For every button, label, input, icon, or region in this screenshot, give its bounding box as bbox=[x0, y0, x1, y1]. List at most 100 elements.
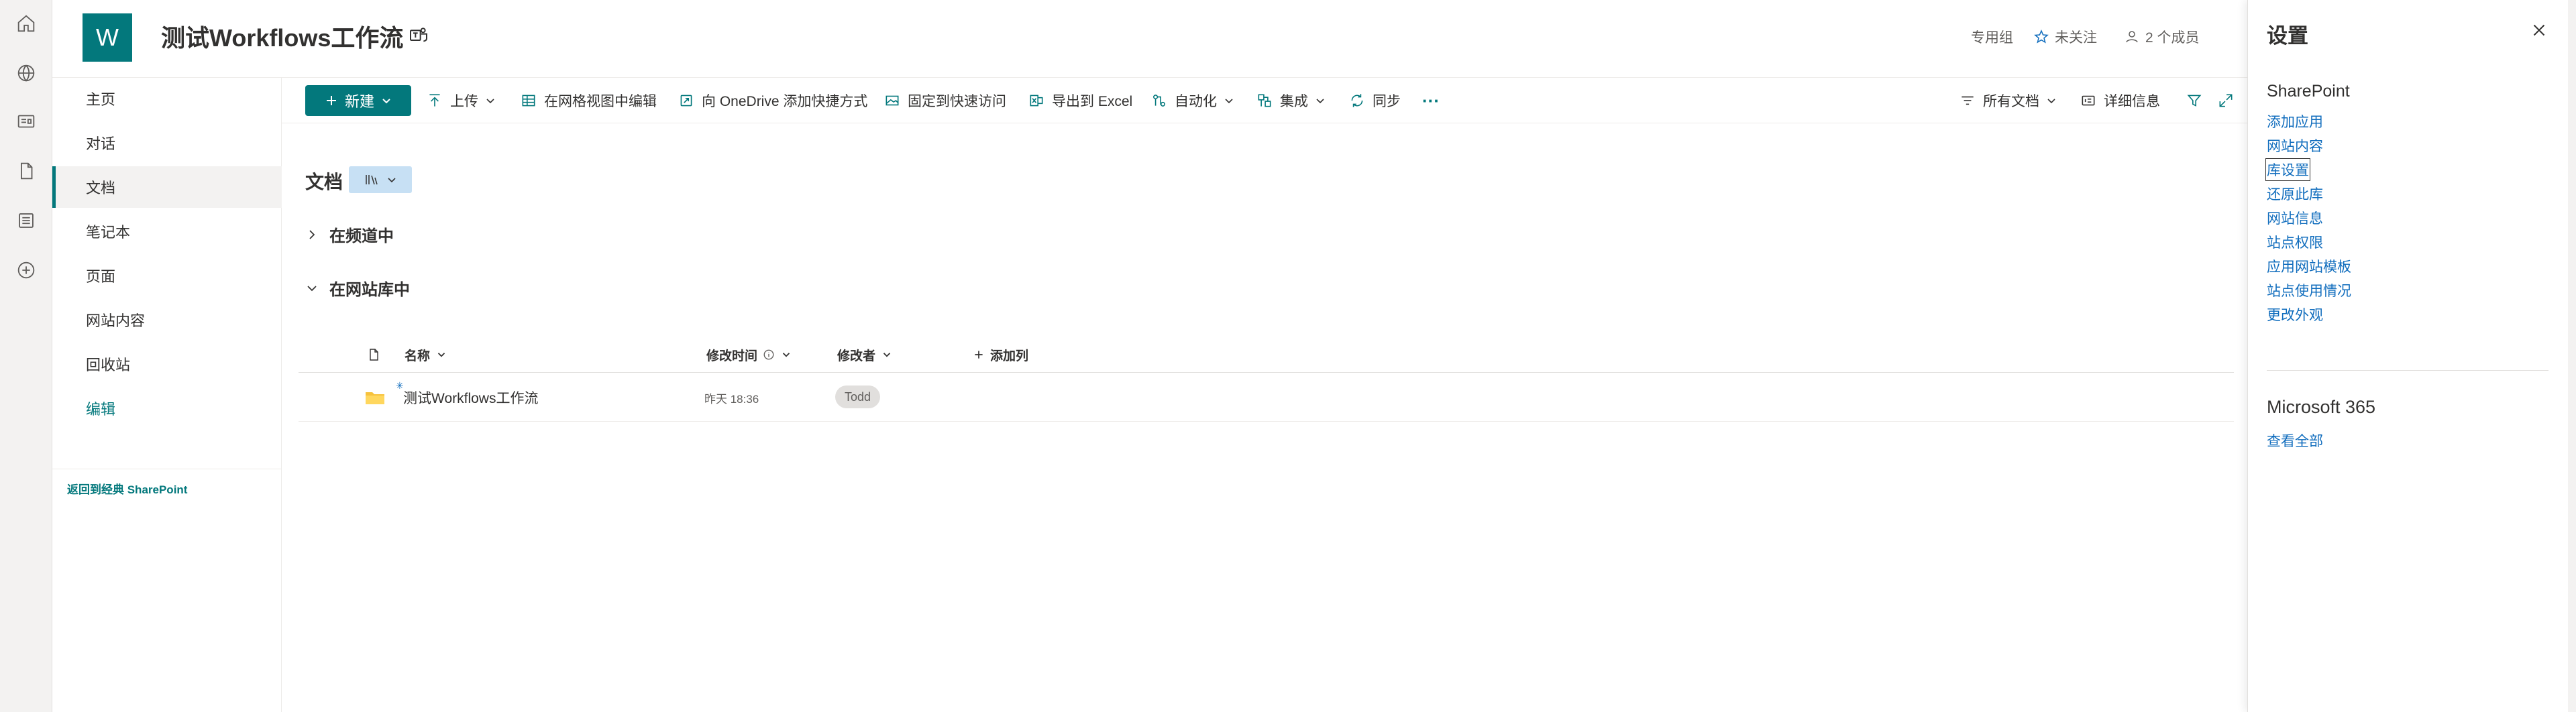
plus-icon bbox=[975, 351, 983, 359]
chevron-right-icon bbox=[309, 229, 315, 239]
nav-item-notebook[interactable]: 笔记本 bbox=[52, 211, 282, 252]
add-circle-icon[interactable] bbox=[15, 259, 38, 282]
nav-item-conversations[interactable]: 对话 bbox=[52, 122, 282, 164]
chevron-down-icon bbox=[437, 353, 445, 357]
site-info-link[interactable]: 网站信息 bbox=[2267, 208, 2323, 228]
onedrive-shortcut-button[interactable]: 向 OneDrive 添加快捷方式 bbox=[678, 87, 867, 114]
chevron-down-icon bbox=[2047, 99, 2055, 104]
close-icon[interactable] bbox=[2529, 20, 2549, 40]
image-pin-icon bbox=[885, 95, 899, 106]
nav-item-documents[interactable]: 文档 bbox=[52, 166, 282, 208]
automate-button[interactable]: 自动化 bbox=[1150, 87, 1234, 114]
grid-edit-button[interactable]: 在网格视图中编辑 bbox=[520, 87, 657, 114]
teams-icon[interactable] bbox=[408, 24, 429, 46]
sharepoint-heading: SharePoint bbox=[2267, 82, 2350, 101]
site-logo[interactable]: W bbox=[83, 13, 132, 62]
info-icon bbox=[763, 349, 774, 360]
pin-quick-access-button[interactable]: 固定到快速访问 bbox=[883, 87, 1006, 114]
file-type-column[interactable] bbox=[366, 337, 382, 373]
chevron-down-icon bbox=[1316, 99, 1324, 104]
view-lines-icon bbox=[1962, 96, 1974, 105]
details-button[interactable]: 详细信息 bbox=[2080, 87, 2160, 114]
change-look-link[interactable]: 更改外观 bbox=[2267, 304, 2323, 324]
library-icon bbox=[366, 175, 378, 185]
plus-icon bbox=[326, 96, 336, 105]
chevron-down-icon bbox=[382, 99, 390, 104]
site-header: W 测试Workflows工作流 专用组 未关注 2 个成员 bbox=[52, 0, 2247, 78]
add-app-link[interactable]: 添加应用 bbox=[2267, 111, 2323, 131]
item-name[interactable]: 测试Workflows工作流 bbox=[403, 373, 538, 422]
item-modified: 昨天 18:36 bbox=[704, 392, 759, 406]
settings-panel: 设置 SharePoint 添加应用 网站内容 库设置 还原此库 网站信息 站点… bbox=[2247, 0, 2576, 712]
list-header: 名称 修改时间 修改者 添加列 bbox=[299, 337, 2234, 373]
return-classic-link[interactable]: 返回到经典 SharePoint bbox=[67, 480, 187, 497]
members-button[interactable]: 2 个成员 bbox=[2124, 27, 2200, 47]
filter-button[interactable] bbox=[2186, 87, 2203, 114]
group-type-label: 专用组 bbox=[1971, 30, 2013, 46]
file-icon[interactable] bbox=[15, 160, 38, 182]
integrate-button[interactable]: 集成 bbox=[1256, 87, 1326, 114]
view-selector[interactable]: 所有文档 bbox=[1959, 87, 2057, 114]
link-icon bbox=[680, 95, 692, 107]
library-title: 文档 bbox=[305, 172, 343, 192]
chevron-down-icon bbox=[388, 178, 396, 183]
file-type-icon bbox=[370, 349, 378, 361]
site-title[interactable]: 测试Workflows工作流 bbox=[161, 19, 403, 54]
home-icon[interactable] bbox=[15, 12, 38, 35]
sync-icon bbox=[1351, 94, 1363, 107]
app-rail bbox=[0, 0, 52, 712]
nav-item-pages[interactable]: 页面 bbox=[52, 255, 282, 296]
nav-item-home[interactable]: 主页 bbox=[52, 78, 282, 119]
site-permissions-link[interactable]: 站点权限 bbox=[2267, 232, 2323, 252]
news-icon[interactable] bbox=[15, 110, 38, 133]
m365-heading: Microsoft 365 bbox=[2267, 397, 2376, 417]
chevron-down-icon bbox=[1225, 99, 1233, 104]
table-row[interactable]: ✳ 测试Workflows工作流 昨天 18:36 Todd bbox=[299, 373, 2234, 422]
panel-scrollbar[interactable] bbox=[2568, 0, 2576, 712]
item-modified-by[interactable]: Todd bbox=[835, 385, 881, 408]
list-icon[interactable] bbox=[15, 209, 38, 232]
chevron-down-icon bbox=[486, 99, 494, 104]
library-view-switcher[interactable] bbox=[349, 166, 412, 193]
name-column-header[interactable]: 名称 bbox=[405, 337, 447, 373]
modified-by-column-header[interactable]: 修改者 bbox=[837, 337, 893, 373]
grid-icon bbox=[522, 95, 535, 107]
group-header-site-library[interactable]: 在网站库中 bbox=[305, 276, 410, 300]
info-card-icon bbox=[2082, 95, 2095, 106]
group-header-channels[interactable]: 在频道中 bbox=[305, 223, 394, 246]
expand-button[interactable] bbox=[2217, 87, 2235, 114]
settings-title: 设置 bbox=[2267, 24, 2308, 48]
export-excel-button[interactable]: 导出到 Excel bbox=[1028, 87, 1132, 114]
more-options-button[interactable]: ··· bbox=[1422, 87, 1440, 114]
nav-item-site-contents[interactable]: 网站内容 bbox=[52, 299, 282, 341]
nav-item-recycle-bin[interactable]: 回收站 bbox=[52, 343, 282, 385]
site-contents-link[interactable]: 网站内容 bbox=[2267, 135, 2323, 156]
follow-button[interactable]: 未关注 bbox=[2033, 27, 2097, 47]
chevron-down-icon bbox=[307, 285, 317, 291]
excel-icon bbox=[1030, 95, 1043, 107]
nav-edit-link[interactable]: 编辑 bbox=[52, 388, 282, 429]
view-all-link[interactable]: 查看全部 bbox=[2267, 430, 2323, 451]
new-item-icon: ✳ bbox=[396, 379, 404, 391]
add-column-button[interactable]: 添加列 bbox=[973, 337, 1028, 373]
expand-icon bbox=[2219, 94, 2233, 107]
upload-icon bbox=[429, 94, 440, 107]
library-settings-link[interactable]: 库设置 bbox=[2265, 158, 2310, 181]
site-usage-link[interactable]: 站点使用情况 bbox=[2267, 280, 2351, 300]
new-button[interactable]: 新建 bbox=[305, 85, 411, 116]
sync-button[interactable]: 同步 bbox=[1348, 87, 1401, 114]
star-icon bbox=[2034, 29, 2049, 44]
filter-icon bbox=[2187, 95, 2202, 107]
globe-icon[interactable] bbox=[15, 62, 38, 84]
person-icon bbox=[2126, 31, 2138, 43]
modified-column-header[interactable]: 修改时间 bbox=[706, 337, 792, 373]
command-bar: 新建 上传 在网格视图中编辑 向 OneDrive 添加快捷方式 固定到快速访问… bbox=[282, 78, 2247, 123]
chevron-down-icon bbox=[782, 353, 790, 357]
integrate-icon bbox=[1258, 94, 1271, 107]
automate-icon bbox=[1153, 95, 1165, 107]
restore-library-link[interactable]: 还原此库 bbox=[2267, 184, 2323, 204]
panel-divider bbox=[2267, 370, 2548, 371]
folder-icon bbox=[364, 373, 386, 422]
upload-button[interactable]: 上传 bbox=[426, 87, 496, 114]
apply-site-template-link[interactable]: 应用网站模板 bbox=[2267, 256, 2351, 276]
